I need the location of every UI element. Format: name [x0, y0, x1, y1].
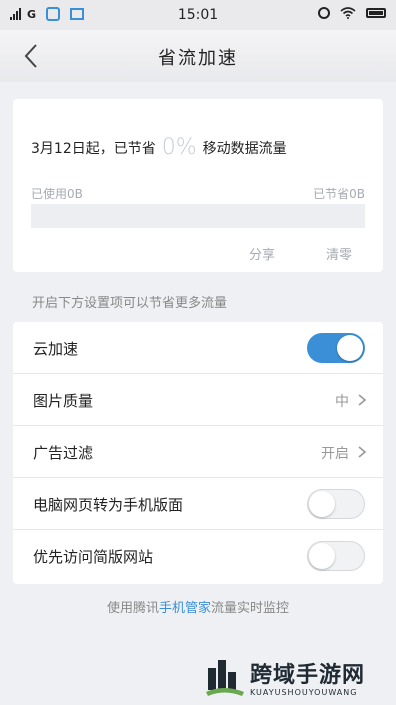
- saved-data-label: 已节省0B: [313, 187, 365, 201]
- watermark-logo-icon: [206, 660, 244, 696]
- clear-button[interactable]: 清零: [326, 244, 352, 263]
- share-button[interactable]: 分享: [249, 244, 275, 263]
- page-title: 省流加速: [158, 48, 238, 69]
- used-data-label: 已使用0B: [31, 187, 83, 201]
- setting-row-ad-filter[interactable]: 广告过滤 开启: [13, 426, 383, 478]
- savings-summary-card: 3月12日起，已节省 0% 移动数据流量 已使用0B 已节省0B 分享 清零: [13, 99, 383, 272]
- nav-header: 省流加速: [0, 30, 396, 82]
- battery-icon: [366, 8, 386, 18]
- setting-label: 云加速: [33, 340, 79, 358]
- savings-line: 3月12日起，已节省 0% 移动数据流量: [31, 135, 287, 160]
- settings-list: 云加速 图片质量 中 广告过滤 开启 电脑网页转为手机版面 优先访问简版网站: [13, 322, 383, 584]
- ad-filter-value: 开启: [321, 446, 349, 462]
- setting-label: 优先访问简版网站: [33, 548, 154, 566]
- setting-label: 图片质量: [33, 392, 94, 410]
- footer-prefix: 使用腾讯: [106, 601, 159, 616]
- mobile-layout-toggle[interactable]: [307, 489, 365, 519]
- footer-note: 使用腾讯手机管家流量实时监控: [0, 597, 396, 616]
- footer-suffix: 流量实时监控: [211, 601, 290, 616]
- phone-manager-link[interactable]: 手机管家: [159, 601, 211, 616]
- usage-progress-bar: [31, 204, 365, 228]
- setting-row-cloud-acceleration[interactable]: 云加速: [13, 322, 383, 374]
- wifi-icon: [340, 7, 356, 19]
- status-bar: G 15:01: [0, 0, 396, 30]
- alarm-icon: [318, 7, 330, 19]
- settings-hint: 开启下方设置项可以节省更多流量: [32, 296, 228, 311]
- chevron-right-icon: [358, 446, 367, 458]
- setting-label: 电脑网页转为手机版面: [33, 496, 184, 514]
- toggle-knob: [309, 491, 335, 517]
- setting-label: 广告过滤: [33, 444, 94, 462]
- setting-row-image-quality[interactable]: 图片质量 中: [13, 374, 383, 426]
- savings-percent: 0%: [161, 135, 197, 160]
- watermark-subtitle: KUAYUSHOUYOUWANG: [250, 688, 358, 697]
- setting-row-lite-sites[interactable]: 优先访问简版网站: [13, 530, 383, 582]
- image-quality-value: 中: [335, 394, 349, 410]
- cloud-acceleration-toggle[interactable]: [307, 333, 365, 363]
- toggle-knob: [337, 335, 363, 361]
- toggle-knob: [309, 543, 335, 569]
- savings-prefix: 3月12日起，已节省: [31, 140, 156, 157]
- savings-suffix: 移动数据流量: [202, 140, 287, 157]
- site-watermark: 跨域手游网 KUAYUSHOUYOUWANG: [204, 656, 390, 702]
- chevron-right-icon: [358, 394, 367, 406]
- watermark-title: 跨域手游网: [250, 663, 366, 688]
- lite-sites-toggle[interactable]: [307, 541, 365, 571]
- setting-row-mobile-layout[interactable]: 电脑网页转为手机版面: [13, 478, 383, 530]
